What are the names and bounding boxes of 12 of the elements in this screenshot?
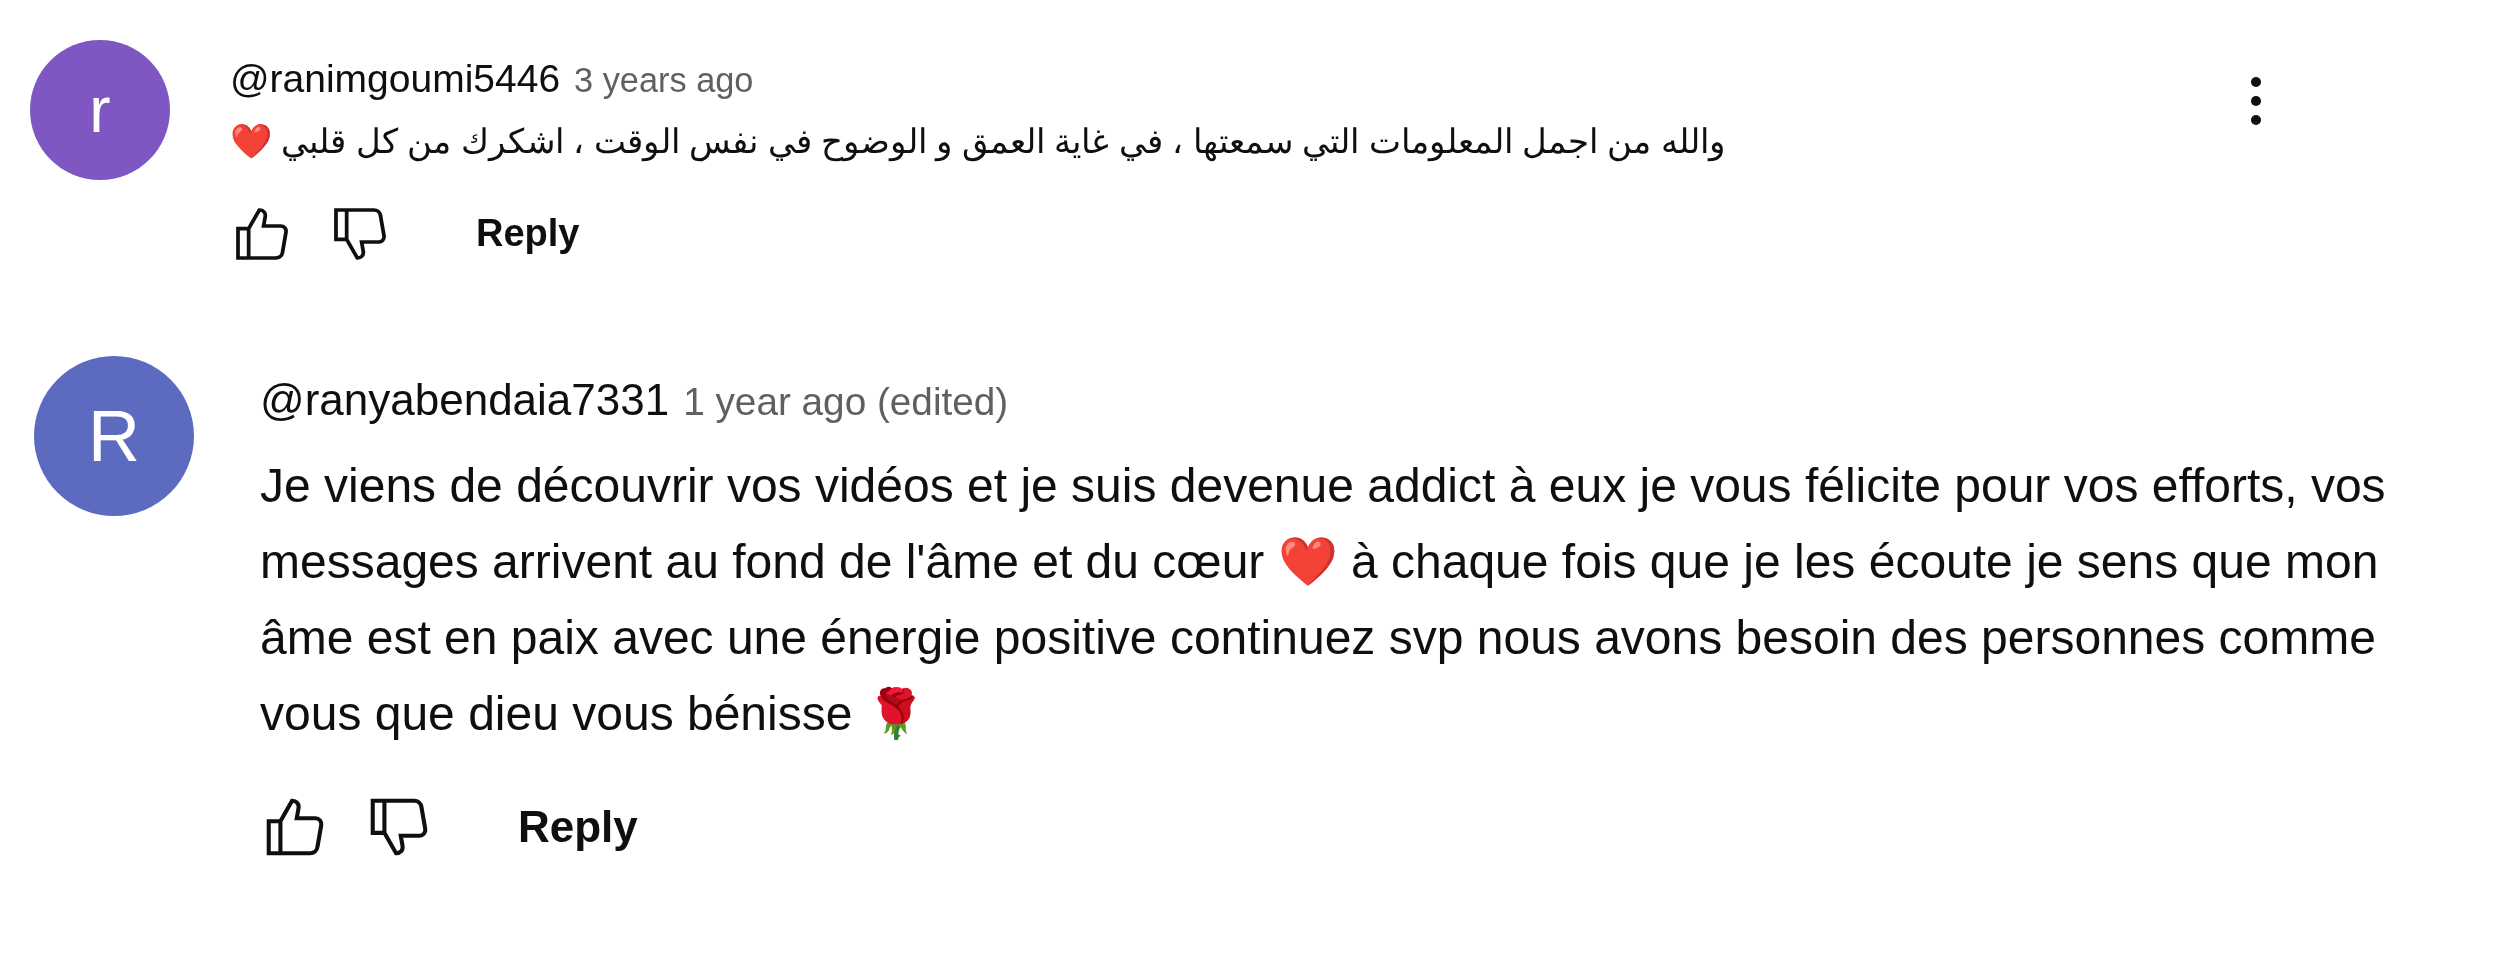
avatar[interactable]: R (34, 355, 194, 516)
comment-author[interactable]: @ranimgoumi5446 (230, 56, 561, 101)
comment-time[interactable]: 1 year ago (edited) (683, 380, 1009, 424)
avatar[interactable]: r (30, 40, 170, 180)
reply-button[interactable]: Reply (498, 793, 658, 860)
reply-button[interactable]: Reply (456, 204, 600, 264)
comment-text: والله من اجمل المعلومات التي سمعتها ، في غاية العمق و الوضوح في نفس الوقت ، اشكرك من كل قلبي ❤ (230, 120, 1726, 164)
comment-text: Je viens de découvrir vos vidéos et je suis devenue addict à eux je vous félicite pour vos efforts, vos messages arrivent au fond de l'âme et du cœur ❤ à chaque fois que je les écoute je sens que mon âme est en paix avec une énergie positive continuez svp nous avons besoin des personnes comme vous que dieu vous bénisse 🌹 (260, 457, 2387, 742)
comment-time[interactable]: 3 years ago (574, 60, 754, 100)
comment-author[interactable]: @ranyabendaia7331 (260, 375, 670, 425)
more-options-button[interactable] (2249, 75, 2263, 127)
kebab-menu-icon (2249, 75, 2263, 127)
